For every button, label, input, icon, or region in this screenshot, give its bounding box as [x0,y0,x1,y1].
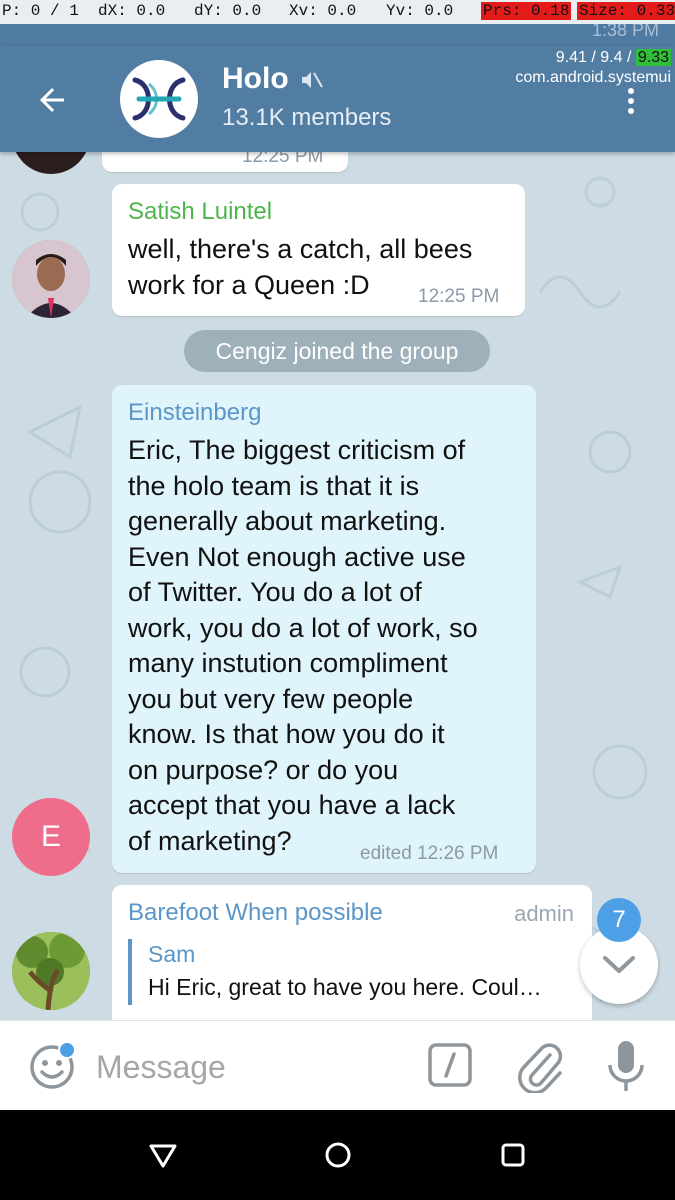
debug-dx: dX: 0.0 [98,2,166,20]
debug-dy: dY: 0.0 [194,2,262,20]
debug-prs: Prs: 0.18 [481,2,572,20]
more-vertical-icon[interactable] [625,86,637,118]
message-bubble[interactable]: Einsteinberg Eric, The biggest criticism… [112,385,536,873]
member-count[interactable]: 13.1K members [222,104,391,132]
avatar[interactable] [12,932,90,1010]
message-text: Eric, The biggest criticism of the holo … [128,433,538,859]
message-line: know. Is that how you do it [128,719,445,749]
compose-bar [0,1020,675,1110]
notification-dot [58,1041,76,1059]
slash-command-icon[interactable] [428,1043,472,1087]
holo-logo-icon [132,77,186,121]
debug-xv: Xv: 0.0 [289,2,357,20]
message-sender[interactable]: Einsteinberg [128,399,261,427]
message-sender[interactable]: Barefoot When possible [128,899,383,927]
message-line: generally about marketing. [128,506,447,536]
message-line: Even Not enough active use [128,541,466,572]
person-avatar-icon [12,240,90,318]
admin-badge: admin [514,901,574,926]
message-bubble[interactable]: Satish Luintel well, there's a catch, al… [112,184,525,316]
debug-line2: 9.41 / 9.4 / [555,49,636,66]
message-line: Eric, The biggest criticism of [128,435,466,465]
avatar[interactable] [12,240,90,318]
chevron-down-icon [603,956,635,973]
reply-text: Hi Eric, great to have you here. Coul… [148,974,542,1000]
reply-preview[interactable]: Sam Hi Eric, great to have you here. Cou… [128,939,576,1005]
message-line: well, there's a catch, all bees [128,234,473,264]
home-circle-icon[interactable] [323,1140,353,1170]
system-navigation-bar [0,1110,675,1200]
message-input[interactable] [96,1043,406,1091]
debug-size: Size: 0.33 [577,2,675,20]
message-line: many instution compliment [128,648,448,678]
message-time: 12:25 PM [418,286,500,307]
message-time: 12:25 PM [242,152,324,167]
debug-yv: Yv: 0.0 [386,2,454,20]
message-list[interactable]: 12:25 PM Satish Luintel well, there's a … [0,152,675,1020]
tree-avatar-icon [12,932,90,1010]
message-sender[interactable]: Satish Luintel [128,198,272,226]
microphone-icon[interactable] [606,1039,646,1093]
pointer-debug-bar: P: 0 / 1 dX: 0.0 dY: 0.0 Xv: 0.0 Yv: 0.0… [0,0,675,24]
service-message: Cengiz joined the group [184,330,490,372]
message-line: of Twitter. You do a lot of [128,577,422,607]
back-triangle-icon[interactable] [148,1140,178,1170]
chat-title[interactable]: Holo [222,62,289,96]
message-line: on purpose? or do you [128,754,399,785]
debug-p: P: 0 / 1 [2,2,79,20]
reply-sender: Sam [148,941,196,967]
paperclip-icon[interactable] [516,1039,564,1093]
message-line: work, you do a lot of work, so [128,612,478,643]
group-avatar[interactable] [120,60,198,138]
message-time: edited 12:26 PM [360,843,499,864]
recents-square-icon[interactable] [498,1140,528,1170]
status-bar: 1:38 PM [0,20,675,46]
unread-count-badge: 7 [597,898,641,942]
message-line: accept that you have a lack [128,790,456,820]
speaker-muted-icon [302,72,323,88]
message-line: the holo team is that it is [128,470,420,501]
message-line: you but very few people [128,683,414,714]
debug-info: 9.41 / 9.4 / 9.33 com.android.systemui [515,48,671,88]
message-bubble[interactable]: 12:25 PM [102,152,348,172]
debug-package: com.android.systemui [515,69,671,86]
arrow-left-icon[interactable] [34,82,70,118]
debug-line2-highlight: 9.33 [635,49,671,66]
avatar[interactable]: E [12,798,90,876]
message-bubble[interactable]: Barefoot When possible admin Sam Hi Eric… [112,885,592,1020]
